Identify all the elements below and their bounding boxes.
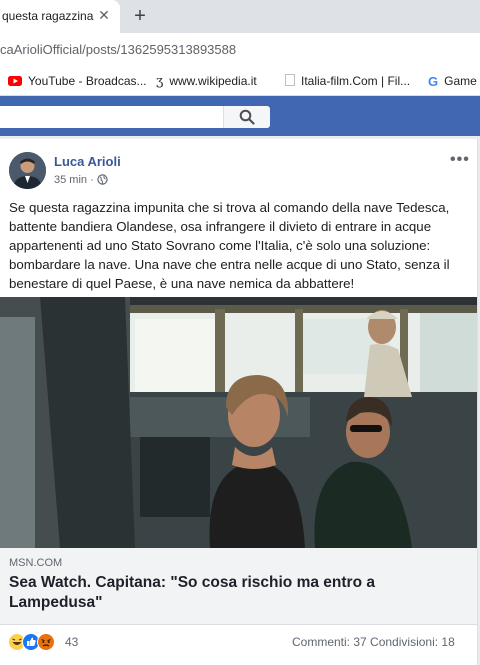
google-icon: G xyxy=(428,73,439,89)
globe-icon xyxy=(97,174,108,188)
bookmark-wikipedia[interactable]: ʒ www.wikipedia.it xyxy=(156,73,257,89)
bookmark-label: www.wikipedia.it xyxy=(169,74,257,88)
post-card: Luca Arioli 35 min · ••• Se questa ragaz… xyxy=(0,139,478,665)
link-preview[interactable]: MSN.COM Sea Watch. Capitana: "So cosa ri… xyxy=(0,548,477,625)
search-icon xyxy=(239,109,255,130)
link-title[interactable]: Sea Watch. Capitana: "So cosa rischio ma… xyxy=(9,573,449,613)
angry-reaction-icon xyxy=(37,633,55,656)
browser-tab[interactable]: questa ragazzina ✕ xyxy=(0,0,120,33)
link-domain: MSN.COM xyxy=(9,557,63,569)
tab-title: questa ragazzina xyxy=(2,9,94,23)
bookmark-label: YouTube - Broadcas... xyxy=(28,74,147,88)
post-timestamp[interactable]: 35 min xyxy=(54,174,87,186)
bookmark-label: Game xyxy=(444,74,477,88)
more-options-icon[interactable]: ••• xyxy=(450,151,470,169)
comments-count[interactable]: Commenti: 37 xyxy=(292,635,367,649)
shares-count[interactable]: Condivisioni: 18 xyxy=(370,635,455,649)
post-meta: 35 min · xyxy=(54,174,108,188)
close-tab-icon[interactable]: ✕ xyxy=(96,7,112,23)
bookmark-youtube[interactable]: YouTube - Broadcas... xyxy=(8,73,147,89)
facebook-header xyxy=(0,96,480,136)
post-author[interactable]: Luca Arioli xyxy=(54,154,121,169)
new-tab-icon[interactable]: + xyxy=(129,5,151,27)
separator-dot: · xyxy=(90,174,97,186)
search-input[interactable] xyxy=(0,106,270,128)
address-bar[interactable]: caArioliOfficial/posts/1362595313893588 xyxy=(0,33,480,67)
post-text: Se questa ragazzina impunita che si trov… xyxy=(9,200,450,291)
bookmark-italia-film[interactable]: Italia-film.Com | Fil... xyxy=(285,73,410,89)
reactions-count: 43 xyxy=(65,635,79,649)
search-button[interactable] xyxy=(223,106,270,128)
wikipedia-icon: ʒ xyxy=(156,73,164,89)
avatar[interactable] xyxy=(9,152,46,189)
page-icon xyxy=(285,73,295,90)
bookmark-label: Italia-film.Com | Fil... xyxy=(301,74,411,88)
post-stats: Commenti: 37 Condivisioni: 18 xyxy=(292,635,455,649)
post-photo[interactable] xyxy=(0,297,477,548)
bookmark-google[interactable]: G Game xyxy=(428,73,477,89)
browser-tab-strip: questa ragazzina ✕ + xyxy=(0,0,480,33)
url-text[interactable]: caArioliOfficial/posts/1362595313893588 xyxy=(0,42,236,57)
bookmarks-bar: YouTube - Broadcas... ʒ www.wikipedia.it … xyxy=(0,67,480,96)
youtube-icon xyxy=(8,74,22,90)
